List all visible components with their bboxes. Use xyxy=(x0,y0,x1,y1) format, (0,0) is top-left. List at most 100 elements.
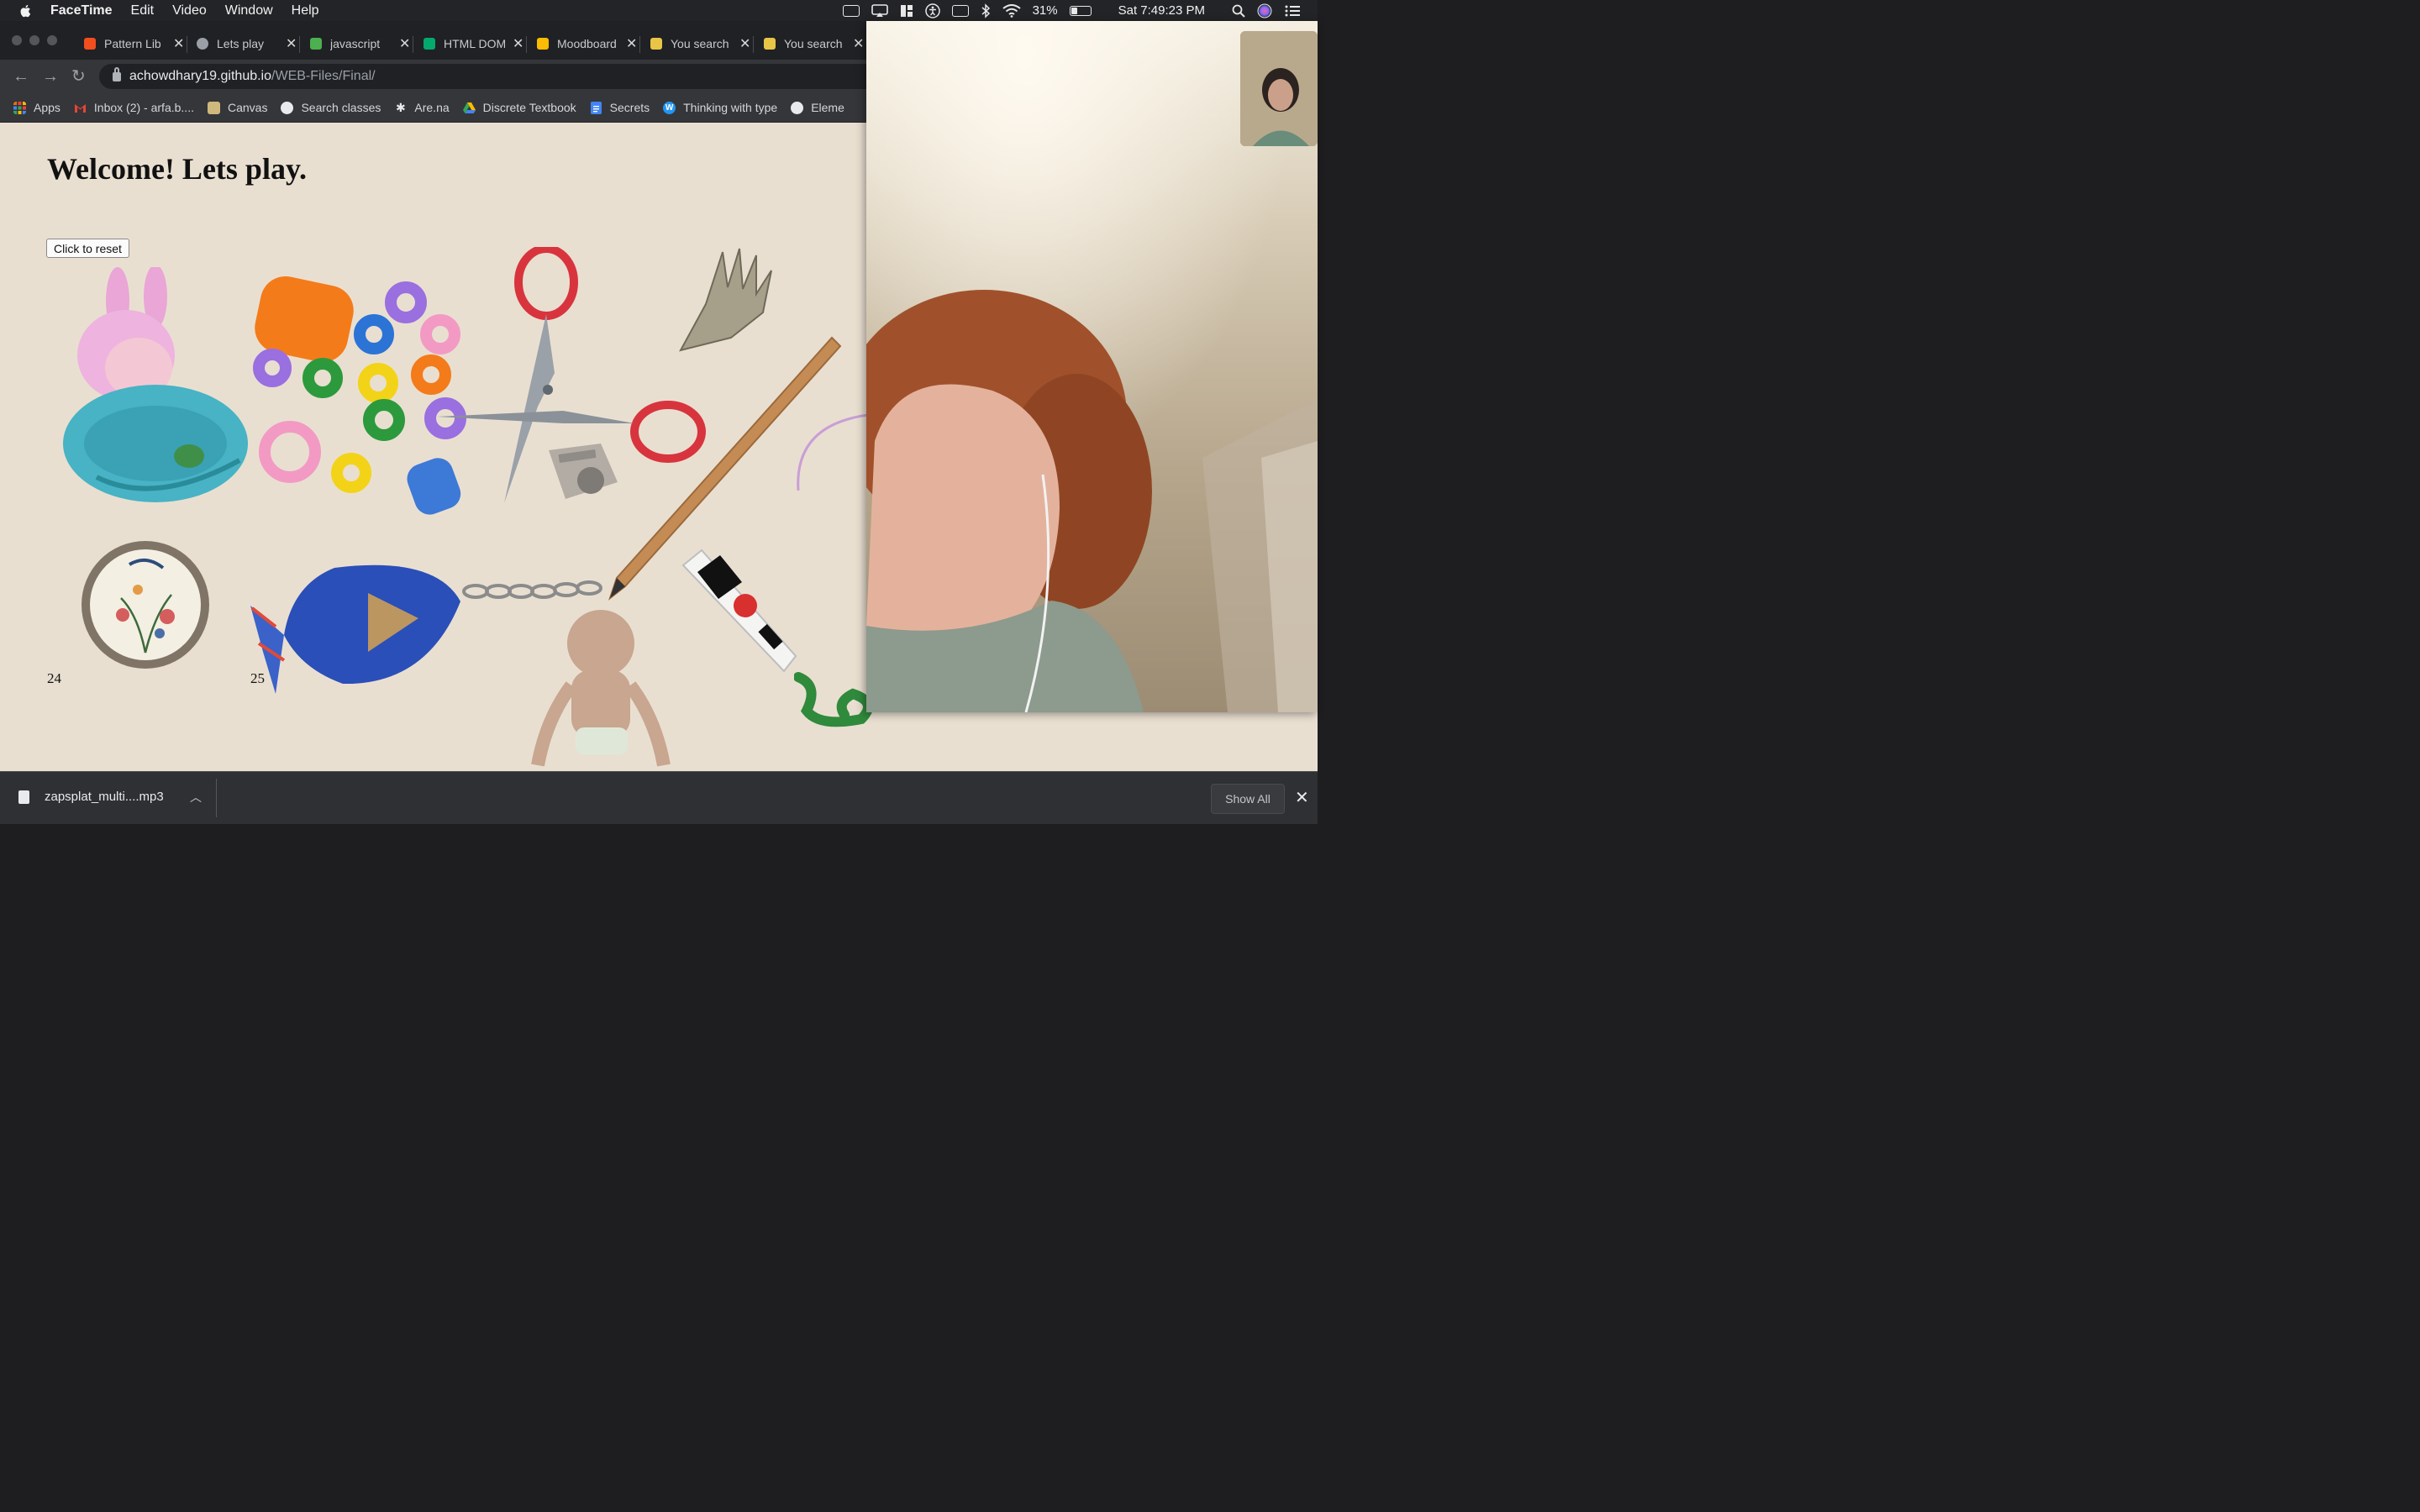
battery-icon[interactable] xyxy=(1069,5,1092,16)
menu-window[interactable]: Window xyxy=(225,3,273,18)
decorative-plate-image[interactable] xyxy=(79,539,212,670)
self-view-pip[interactable] xyxy=(1240,31,1318,146)
sparkle-icon xyxy=(310,38,322,50)
apple-menu-icon[interactable] xyxy=(18,3,34,18)
green-paint-image[interactable] xyxy=(794,669,878,732)
page-heading: Welcome! Lets play. xyxy=(47,152,307,186)
bookmark-label: Are.na xyxy=(414,101,450,114)
download-item[interactable]: zapsplat_multi....mp3 xyxy=(18,790,164,804)
bookmark-label: Discrete Textbook xyxy=(482,101,576,114)
close-tab-icon[interactable]: ✕ xyxy=(626,35,637,52)
bookmark-label: Secrets xyxy=(609,101,650,114)
globe-icon xyxy=(281,101,294,114)
menu-edit[interactable]: Edit xyxy=(131,3,155,18)
tab-pattern-library[interactable]: Pattern Lib ✕ xyxy=(84,29,184,58)
gmail-icon xyxy=(74,103,86,113)
forward-arrow-icon[interactable]: → xyxy=(42,66,59,87)
url-host: achowdhary19.github.io xyxy=(129,69,272,83)
minimize-window-button[interactable] xyxy=(29,35,39,45)
bunny-doll-image[interactable] xyxy=(46,267,252,511)
reset-button[interactable]: Click to reset xyxy=(46,239,129,258)
tab-title: You search xyxy=(671,37,729,50)
chevron-up-icon[interactable]: ︿ xyxy=(190,789,202,806)
bookmark-apps[interactable]: Apps xyxy=(13,101,60,114)
close-tab-icon[interactable]: ✕ xyxy=(739,35,750,52)
zoom-window-button[interactable] xyxy=(47,35,57,45)
bluetooth-icon[interactable] xyxy=(981,3,991,18)
tab-title: Moodboard xyxy=(557,37,617,50)
bookmark-canvas[interactable]: Canvas xyxy=(207,101,268,114)
bookmark-label: Search classes xyxy=(301,101,381,114)
google-docs-icon xyxy=(590,101,602,114)
tab-you-searched-2[interactable]: You search ✕ xyxy=(764,29,864,58)
download-shelf: zapsplat_multi....mp3 ︿ Show All ✕ xyxy=(0,771,1318,824)
close-tab-icon[interactable]: ✕ xyxy=(173,35,184,52)
bookmark-inbox[interactable]: Inbox (2) - arfa.b.... xyxy=(74,101,194,114)
menu-clock[interactable]: Sat 7:49:23 PM xyxy=(1118,3,1205,18)
facetime-status-icon[interactable] xyxy=(842,4,860,17)
globe-icon xyxy=(791,101,804,114)
arena-icon: ✱ xyxy=(396,100,406,114)
close-tab-icon[interactable]: ✕ xyxy=(286,35,297,52)
google-drive-icon xyxy=(462,102,476,113)
bookmark-label: Inbox (2) - arfa.b.... xyxy=(93,101,194,114)
menu-help[interactable]: Help xyxy=(292,3,319,18)
accessibility-icon[interactable] xyxy=(924,3,940,18)
siri-icon[interactable] xyxy=(1257,3,1272,18)
window-layout-icon[interactable] xyxy=(900,4,913,18)
bookmark-thinking-with-type[interactable]: W Thinking with type xyxy=(663,101,777,114)
tab-title: javascript xyxy=(330,37,381,50)
zapsplat-icon xyxy=(764,38,776,50)
bookmark-secrets[interactable]: Secrets xyxy=(590,101,650,114)
spotlight-search-icon[interactable] xyxy=(1232,4,1245,18)
tab-lets-play[interactable]: Lets play ✕ xyxy=(197,29,297,58)
canvas-icon xyxy=(207,101,220,114)
airplay-icon[interactable] xyxy=(871,3,888,18)
tab-title: Lets play xyxy=(217,37,265,50)
bookmark-elements[interactable]: Eleme xyxy=(791,101,844,114)
lock-icon[interactable] xyxy=(113,66,121,81)
keyboard-icon[interactable] xyxy=(951,4,969,17)
apps-grid-icon xyxy=(13,101,26,114)
wifi-icon[interactable] xyxy=(1002,3,1021,18)
globe-icon xyxy=(197,38,208,50)
control-center-icon[interactable] xyxy=(1284,4,1301,18)
status-area: 31% Sat 7:49:23 PM xyxy=(842,0,1301,21)
audio-file-icon xyxy=(18,790,29,804)
battery-percent: 31% xyxy=(1032,3,1058,18)
close-tab-icon[interactable]: ✕ xyxy=(853,35,864,52)
string-image[interactable] xyxy=(794,408,870,492)
back-arrow-icon[interactable]: ← xyxy=(13,66,29,87)
figma-icon xyxy=(84,38,96,50)
tab-html-dom[interactable]: HTML DOM ✕ xyxy=(424,29,523,58)
zapsplat-icon xyxy=(650,38,662,50)
google-drive-icon xyxy=(537,38,549,50)
reload-icon[interactable]: ↻ xyxy=(71,66,86,87)
bookmark-label: Apps xyxy=(34,101,60,114)
tab-moodboard[interactable]: Moodboard ✕ xyxy=(537,29,637,58)
w3schools-icon xyxy=(424,38,435,50)
bookmark-arena[interactable]: ✱ Are.na xyxy=(394,100,450,114)
close-tab-icon[interactable]: ✕ xyxy=(399,35,410,52)
tab-you-searched-1[interactable]: You search ✕ xyxy=(650,29,750,58)
tab-javascript[interactable]: javascript ✕ xyxy=(310,29,410,58)
download-file-name: zapsplat_multi....mp3 xyxy=(45,790,164,804)
bookmark-search-classes[interactable]: Search classes xyxy=(281,101,381,114)
close-icon[interactable]: ✕ xyxy=(1295,787,1309,808)
paint-tube-image[interactable] xyxy=(676,547,802,673)
wordpress-icon: W xyxy=(663,101,676,114)
item-number-label: 24 xyxy=(47,670,61,686)
menu-bar: FaceTime Edit Video Window Help 31% Sat … xyxy=(0,0,1318,21)
tab-title: Pattern Lib xyxy=(104,37,161,50)
close-window-button[interactable] xyxy=(12,35,22,45)
close-tab-icon[interactable]: ✕ xyxy=(513,35,523,52)
crochet-doll-image[interactable] xyxy=(529,610,672,771)
show-all-button[interactable]: Show All xyxy=(1211,784,1285,814)
bookmark-discrete-textbook[interactable]: Discrete Textbook xyxy=(462,101,576,114)
url-path: /WEB-Files/Final/ xyxy=(271,69,376,83)
bookmark-label: Canvas xyxy=(227,101,268,114)
tab-title: HTML DOM xyxy=(444,37,507,50)
menu-video[interactable]: Video xyxy=(172,3,207,18)
menu-app-name[interactable]: FaceTime xyxy=(50,3,113,18)
facetime-video-window[interactable] xyxy=(866,21,1318,712)
